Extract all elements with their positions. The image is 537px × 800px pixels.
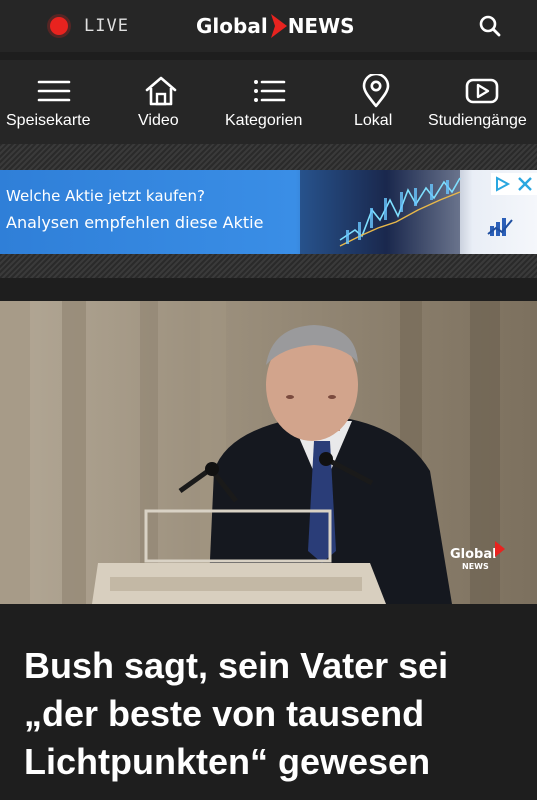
nav-item-kategorien[interactable]: Kategorien [222,60,316,144]
nav-label-video: Video [138,112,179,129]
live-label: LIVE [84,16,129,36]
logo-global-text: Global [196,14,268,38]
ad-border-top [0,144,537,170]
hamburger-menu-icon [37,80,71,102]
headline-line-1: Bush sagt, sein Vater sei [24,645,449,686]
nav-item-lokal[interactable]: Lokal [350,60,400,144]
watermark-news-text: NEWS [462,562,489,571]
ad-border-bottom [0,254,537,278]
search-icon[interactable] [477,13,503,39]
nav-label-studiengaenge: Studiengänge [428,112,527,129]
watermark-global-text: Global [450,547,497,562]
ad-banner[interactable]: Welche Aktie jetzt kaufen? Analysen empf… [0,170,537,254]
logo-arrow-icon [270,14,287,38]
category-nav: Speisekarte Video Kategorien Lokal Studi… [0,60,537,144]
global-news-logo[interactable]: Global NEWS [196,10,355,42]
ad-brand-icon [487,218,513,236]
close-icon[interactable] [513,173,537,195]
location-pin-icon [362,74,390,108]
home-icon [145,76,177,106]
top-bar: LIVE Global NEWS [0,0,537,52]
nav-label-kategorien: Kategorien [225,112,303,129]
ad-subline: Analysen empfehlen diese Aktie [6,213,264,232]
nav-item-speisekarte[interactable]: Speisekarte [0,60,108,144]
hero-image[interactable]: Global NEWS [0,301,537,604]
speaker-at-podium-image: Global NEWS [0,301,537,604]
ad-headline: Welche Aktie jetzt kaufen? [6,187,205,205]
headline-line-2: „der beste von tausend [24,693,425,734]
nav-item-studiengaenge[interactable]: Studiengänge [427,60,537,144]
logo-news-text: NEWS [287,14,355,38]
nav-item-video[interactable]: Video [130,60,192,144]
nav-label-lokal: Lokal [354,112,393,129]
live-indicator-icon [50,17,68,35]
live-button[interactable]: LIVE [50,14,129,38]
article-headline[interactable]: Bush sagt, sein Vater sei „der beste von… [24,642,524,786]
article-header: Bush sagt, sein Vater sei „der beste von… [0,604,537,800]
ad-choices-bar [491,173,537,195]
nav-label-speisekarte: Speisekarte [6,112,91,129]
adchoices-icon[interactable] [491,173,513,195]
list-icon [254,80,286,102]
play-icon [465,78,499,104]
headline-line-3: Lichtpunkten“ gewesen [24,741,431,782]
